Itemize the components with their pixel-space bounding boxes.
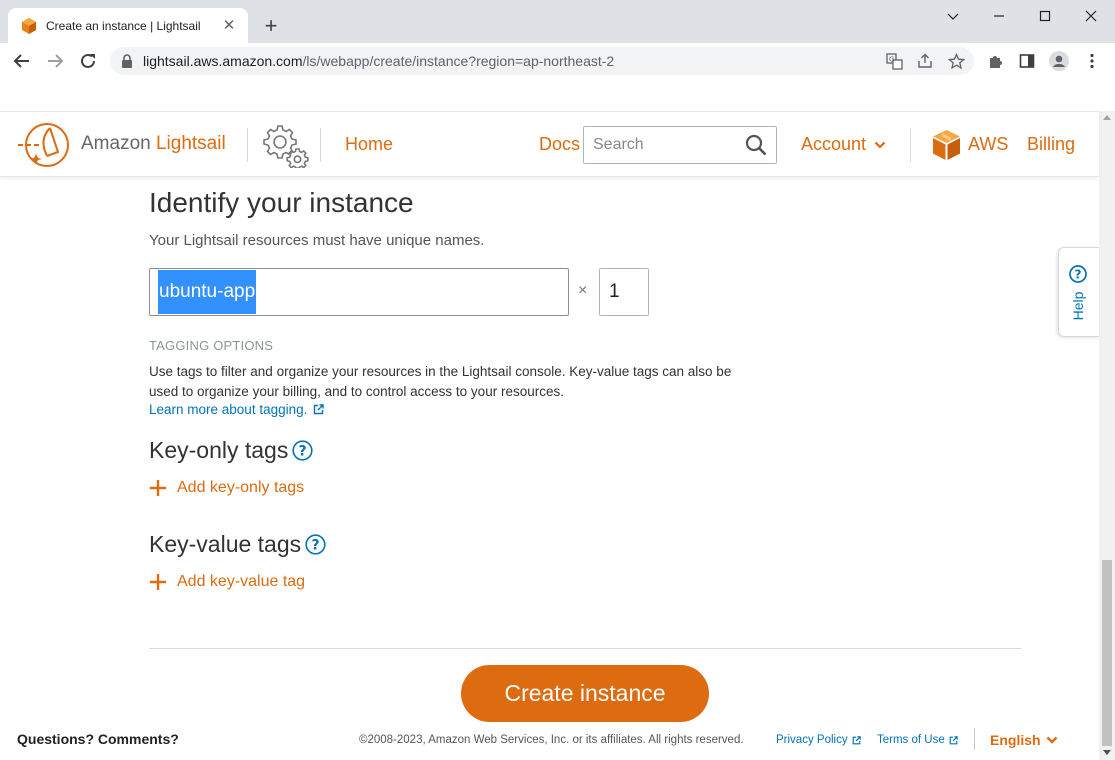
- chevron-down-icon: [874, 141, 886, 149]
- add-key-only-tags-button[interactable]: Add key-only tags: [149, 479, 304, 497]
- svg-text:G: G: [889, 55, 894, 63]
- side-panel-icon[interactable]: [1017, 51, 1037, 71]
- nav-aws-link[interactable]: AWS: [968, 134, 1008, 155]
- close-window-button[interactable]: [1068, 4, 1114, 28]
- search-input[interactable]: [584, 127, 744, 163]
- tab-close-icon[interactable]: ✕: [220, 17, 238, 35]
- chevron-down-icon: [1046, 736, 1057, 744]
- tagging-options-label: TAGGING OPTIONS: [149, 338, 274, 353]
- section-divider: [149, 648, 1021, 649]
- forward-arrow-icon[interactable]: [42, 48, 68, 74]
- key-only-tags-title: Key-only tags: [149, 437, 289, 463]
- browser-tab-bar: Create an instance | Lightsail ✕ +: [0, 0, 1115, 43]
- aws-cube-icon[interactable]: [933, 130, 960, 160]
- svg-text:?: ?: [1075, 267, 1082, 281]
- external-link-icon: [314, 404, 325, 415]
- plus-icon: [150, 480, 166, 496]
- lightsail-favicon-icon: [22, 17, 36, 34]
- copyright-text: ©2008-2023, Amazon Web Services, Inc. or…: [359, 734, 744, 746]
- help-label: Help: [1070, 291, 1086, 321]
- bookmark-star-icon[interactable]: [946, 51, 966, 71]
- nav-docs-link[interactable]: Docs: [539, 134, 580, 155]
- account-menu[interactable]: Account: [801, 134, 886, 155]
- instance-quantity-input[interactable]: 1: [599, 268, 649, 316]
- back-arrow-icon[interactable]: [9, 48, 35, 74]
- privacy-policy-link[interactable]: Privacy Policy: [776, 734, 861, 746]
- extensions-icon[interactable]: [985, 51, 1005, 71]
- settings-gear-icon[interactable]: [260, 122, 310, 168]
- nav-billing-link[interactable]: Billing: [1027, 134, 1075, 155]
- url-text: lightsail.aws.amazon.com/ls/webapp/creat…: [143, 53, 615, 69]
- plus-icon: [150, 574, 166, 590]
- page-scrollbar[interactable]: [1099, 111, 1115, 760]
- scrollbar-thumb[interactable]: [1102, 560, 1112, 746]
- question-circle-icon[interactable]: ?: [292, 440, 313, 461]
- add-key-value-tag-button[interactable]: Add key-value tag: [149, 573, 305, 591]
- minimize-button[interactable]: [976, 4, 1022, 28]
- create-instance-button[interactable]: Create instance: [461, 665, 709, 722]
- help-panel-tab[interactable]: ? Help: [1058, 247, 1099, 337]
- search-box: [583, 126, 777, 164]
- scroll-up-arrow-icon[interactable]: [1103, 115, 1111, 120]
- questions-comments-link[interactable]: Questions? Comments?: [17, 731, 179, 747]
- tagging-description: Use tags to filter and organize your res…: [149, 364, 732, 399]
- search-icon[interactable]: [745, 134, 767, 156]
- language-selector[interactable]: English: [990, 732, 1058, 748]
- key-value-tags-title: Key-value tags: [149, 531, 302, 557]
- instance-name-value: ubuntu-app: [158, 270, 257, 314]
- header-divider: [910, 128, 911, 162]
- key-value-tags-heading: Key-value tags ?: [149, 531, 326, 558]
- privacy-policy-label: Privacy Policy: [776, 734, 848, 746]
- identify-title: Identify your instance: [149, 187, 414, 218]
- terms-of-use-label: Terms of Use: [877, 734, 945, 746]
- identify-subtitle: Your Lightsail resources must have uniqu…: [149, 232, 485, 249]
- question-circle-icon[interactable]: ?: [305, 534, 326, 555]
- reload-icon[interactable]: [75, 48, 101, 74]
- language-label: English: [990, 732, 1041, 748]
- svg-text:?: ?: [299, 444, 307, 460]
- lightsail-header: Amazon Lightsail Home Docs Account AWS B…: [0, 111, 1099, 177]
- new-tab-button[interactable]: +: [258, 14, 284, 40]
- add-key-only-tags-label: Add key-only tags: [177, 479, 305, 496]
- translate-icon[interactable]: G: [884, 51, 904, 71]
- external-link-icon: [852, 735, 861, 744]
- browser-menu-icon[interactable]: [1082, 51, 1102, 71]
- tab-title: Create an instance | Lightsail: [46, 18, 201, 33]
- add-key-value-tag-label: Add key-value tag: [177, 573, 306, 590]
- address-bar[interactable]: lightsail.aws.amazon.com/ls/webapp/creat…: [110, 47, 974, 75]
- lightsail-logo-icon[interactable]: [17, 122, 71, 168]
- terms-of-use-link[interactable]: Terms of Use: [877, 734, 958, 746]
- browser-tab[interactable]: Create an instance | Lightsail ✕: [8, 8, 248, 43]
- header-divider: [320, 128, 321, 162]
- scroll-down-arrow-icon[interactable]: [1103, 750, 1111, 755]
- svg-text:?: ?: [312, 538, 320, 554]
- share-icon[interactable]: [915, 51, 935, 71]
- header-divider: [247, 128, 248, 162]
- lock-icon[interactable]: [121, 54, 133, 68]
- multiplier-sign: ×: [578, 282, 588, 299]
- brand-wordmark[interactable]: Amazon Lightsail: [81, 133, 226, 155]
- profile-avatar-icon[interactable]: [1049, 51, 1069, 71]
- footer-divider: [974, 728, 975, 750]
- nav-home-link[interactable]: Home: [345, 134, 393, 155]
- account-label: Account: [801, 134, 867, 154]
- learn-more-tagging-link[interactable]: Learn more about tagging.: [149, 402, 325, 417]
- create-instance-form: Identify your instance Your Lightsail re…: [0, 178, 1099, 760]
- browser-toolbar: lightsail.aws.amazon.com/ls/webapp/creat…: [0, 43, 1115, 79]
- learn-more-label: Learn more about tagging.: [149, 402, 308, 417]
- key-only-tags-heading: Key-only tags ?: [149, 437, 313, 464]
- minimize-window-icon[interactable]: [930, 4, 976, 28]
- instance-name-input[interactable]: ubuntu-app: [149, 268, 569, 316]
- question-circle-icon: ?: [1069, 265, 1087, 283]
- maximize-button[interactable]: [1022, 4, 1068, 28]
- external-link-icon: [949, 735, 958, 744]
